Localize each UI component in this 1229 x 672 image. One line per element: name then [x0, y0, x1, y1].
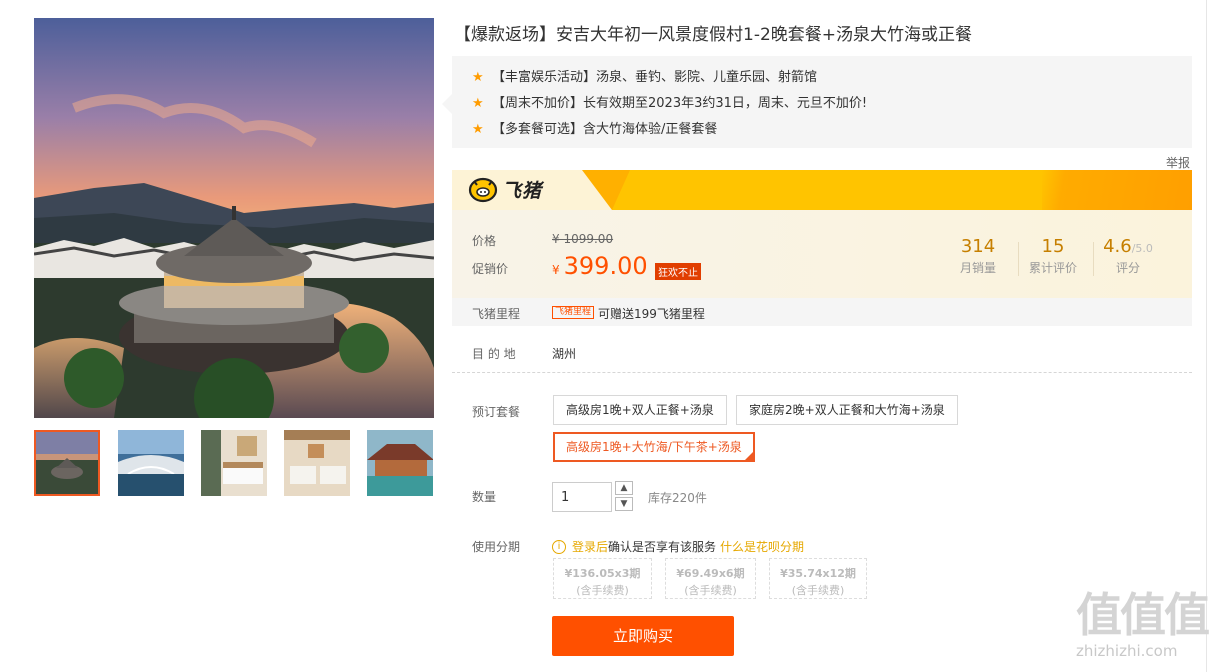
highlight-text: 【多套餐可选】含大竹海体验/正餐套餐	[492, 122, 718, 137]
mileage-row: 飞猪里程 飞猪里程 可赠送199飞猪里程	[452, 298, 1192, 326]
destination-label: 目 的 地	[472, 347, 516, 361]
installment-note: i 登录后 确认是否享有该服务 什么是花呗分期	[552, 538, 804, 555]
highlights-notch	[442, 94, 452, 114]
package-label: 预订套餐	[472, 405, 521, 419]
thumbnail-5[interactable]	[367, 430, 433, 496]
promo-price-label: 促销价	[472, 262, 509, 276]
login-link[interactable]: 登录后	[572, 538, 608, 555]
star-icon: ★	[472, 96, 484, 111]
highlight-text: 【丰富娱乐活动】汤泉、垂钓、影院、儿童乐园、射箭馆	[492, 70, 818, 85]
stat-reviews: 15 累计评价	[1018, 236, 1088, 276]
stat-suffix: /5.0	[1131, 242, 1153, 255]
promo-price: ¥399.00	[552, 252, 648, 280]
stat-number: 15	[1041, 236, 1065, 257]
stat-value: 15	[1018, 236, 1088, 257]
banner-wedge	[582, 170, 630, 210]
highlights-box: ★ 【丰富娱乐活动】汤泉、垂钓、影院、儿童乐园、射箭馆 ★ 【周末不加价】长有效期至…	[442, 56, 1192, 148]
installment-price: ¥69.49x6期	[676, 567, 745, 580]
stat-number: 314	[960, 236, 996, 257]
package-option-1[interactable]: 高级房1晚+双人正餐+汤泉	[553, 395, 727, 425]
thumbnail-strip	[34, 430, 434, 498]
installment-fee: (含手续费)	[791, 584, 845, 597]
brand-banner: 飞猪	[452, 170, 1192, 210]
quantity-decrease-button[interactable]: ▼	[615, 497, 633, 511]
installment-label: 使用分期	[472, 540, 521, 554]
selected-check-icon	[743, 451, 754, 461]
report-link[interactable]: 举报	[1166, 154, 1190, 171]
mileage-label: 飞猪里程	[472, 307, 521, 321]
watermark-logo: 值值值	[1076, 588, 1210, 642]
section-divider	[452, 372, 1192, 373]
original-price: ¥ 1099.00	[552, 232, 614, 246]
stat-label: 评分	[1115, 261, 1140, 275]
stat-label: 月销量	[959, 261, 996, 275]
thumbnail-1[interactable]	[34, 430, 100, 496]
stat-monthly-sales: 314 月销量	[943, 236, 1013, 276]
product-title: 【爆款返场】安吉大年初一风景度假村1-2晚套餐+汤泉大竹海或正餐	[454, 25, 973, 45]
installment-fee: (含手续费)	[684, 584, 737, 597]
huabei-help-link[interactable]: 什么是花呗分期	[720, 538, 804, 555]
star-icon: ★	[472, 70, 484, 85]
highlight-item: ★ 【多套餐可选】含大竹海体验/正餐套餐	[472, 118, 717, 137]
currency-symbol: ¥	[552, 263, 560, 277]
thumbnail-3[interactable]	[201, 430, 267, 496]
page-border	[1206, 0, 1207, 672]
package-option-text: 高级房1晚+大竹海/下午茶+汤泉	[566, 440, 742, 454]
thumbnail-2[interactable]	[118, 430, 184, 496]
stat-label: 累计评价	[1028, 261, 1077, 275]
promo-badge: 狂欢不止	[655, 263, 701, 280]
installment-option-3[interactable]: ¥136.05x3期 (含手续费)	[553, 558, 652, 599]
watermark: 值值值 zhizhizhi.com	[1076, 590, 1226, 660]
pig-logo-icon	[468, 177, 498, 202]
installment-price: ¥136.05x3期	[564, 567, 641, 580]
package-option-3[interactable]: 高级房1晚+大竹海/下午茶+汤泉	[553, 432, 755, 462]
quantity-input[interactable]	[552, 482, 612, 512]
destination-value: 湖州	[552, 347, 577, 361]
stock-text: 库存220件	[648, 491, 707, 505]
watermark-url: zhizhizhi.com	[1076, 642, 1178, 660]
mileage-tag: 飞猪里程	[552, 306, 595, 319]
thumbnail-4[interactable]	[284, 430, 350, 496]
stat-number: 4.6	[1103, 236, 1132, 257]
price-label: 价格	[472, 234, 497, 248]
mileage-text: 可赠送199飞猪里程	[598, 307, 705, 321]
stat-rating: 4.6/5.0 评分	[1093, 236, 1163, 276]
main-product-photo	[34, 18, 434, 418]
promo-price-value: 399.00	[563, 252, 648, 280]
installment-note-text: 确认是否享有该服务	[608, 540, 717, 554]
star-icon: ★	[472, 122, 484, 137]
highlight-text: 【周末不加价】长有效期至2023年3约31日，周末、元旦不加价!	[492, 96, 868, 111]
quantity-label: 数量	[472, 490, 497, 504]
package-option-2[interactable]: 家庭房2晚+双人正餐和大竹海+汤泉	[736, 395, 958, 425]
buy-now-button[interactable]: 立即购买	[552, 616, 734, 656]
banner-right-gradient	[1042, 170, 1192, 210]
installment-option-6[interactable]: ¥69.49x6期 (含手续费)	[665, 558, 756, 599]
info-icon: i	[552, 539, 566, 554]
quantity-increase-button[interactable]: ▲	[615, 481, 633, 495]
installment-fee: (含手续费)	[576, 584, 629, 597]
highlight-item: ★ 【周末不加价】长有效期至2023年3约31日，周末、元旦不加价!	[472, 92, 867, 111]
stat-value: 314	[943, 236, 1013, 257]
installment-option-12[interactable]: ¥35.74x12期 (含手续费)	[769, 558, 867, 599]
highlight-item: ★ 【丰富娱乐活动】汤泉、垂钓、影院、儿童乐园、射箭馆	[472, 66, 817, 85]
stat-value: 4.6/5.0	[1093, 236, 1163, 257]
installment-price: ¥35.74x12期	[780, 567, 856, 580]
fliggy-logo: 飞猪	[468, 176, 542, 203]
brand-name: 飞猪	[502, 180, 543, 202]
price-box: 价格 ¥ 1099.00 促销价 ¥399.00 狂欢不止 314 月销量 15…	[452, 210, 1192, 298]
